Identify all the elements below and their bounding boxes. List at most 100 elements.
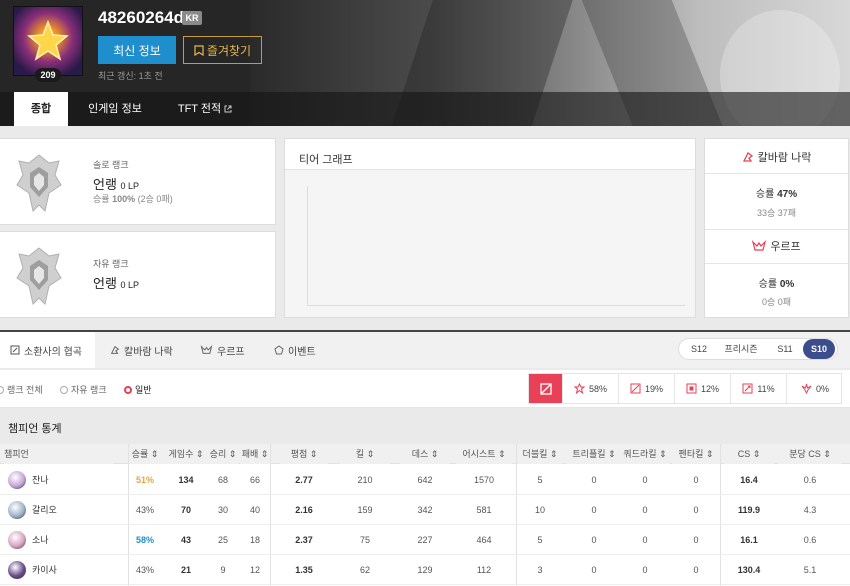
stat-assists: 1570	[473, 475, 495, 485]
stat-wr: 58%	[135, 535, 154, 545]
column-header[interactable]: 승리 ⇕	[208, 444, 238, 464]
aram-winrate: 승률 47%	[705, 185, 848, 200]
table-row[interactable]: 잔나 51% 134 68 66 2.77 210 642 1570 5 0 0 0 16.4 0.6	[0, 465, 850, 495]
stat-cs: 130.4	[737, 565, 761, 575]
season-s10[interactable]: S10	[803, 339, 835, 359]
last-updated: 최근 갱신: 1초 전	[98, 71, 163, 81]
champion-portrait	[8, 531, 26, 549]
table-row[interactable]: 갈리오 43% 70 30 40 2.16 159 342 581 10 0 0 0 119.9 4.3	[0, 495, 850, 525]
position-jungle[interactable]: 19%	[619, 374, 675, 403]
solo-wr-label: 승률	[93, 194, 110, 204]
favorite-button[interactable]: 즐겨찾기	[183, 36, 262, 64]
profile-avatar	[13, 6, 83, 76]
star-icon	[27, 19, 69, 61]
column-header[interactable]: 분당 CS ⇕	[778, 444, 842, 464]
champion-name: 갈리오	[32, 505, 57, 515]
stat-double: 5	[537, 535, 543, 545]
column-header[interactable]: 쿼드라킬 ⇕	[620, 444, 670, 464]
stat-penta: 0	[693, 475, 699, 485]
stat-double: 5	[537, 475, 543, 485]
position-all[interactable]	[529, 374, 563, 403]
table-row[interactable]: 소나 58% 43 25 18 2.37 75 227 464 5 0 0 0 16.1 0.6	[0, 525, 850, 555]
champion-portrait	[8, 501, 26, 519]
stat-losses: 12	[249, 565, 260, 575]
stat-kills: 62	[359, 565, 370, 575]
rift-icon	[10, 345, 20, 355]
season-preseason[interactable]: 프리시즌	[719, 339, 763, 359]
column-header[interactable]: 킬 ⇕	[340, 444, 390, 464]
radio-on-icon	[124, 385, 132, 394]
column-header[interactable]: 펜타킬 ⇕	[672, 444, 720, 464]
position-filter: 58% 19% 12% 11% 0%	[528, 373, 842, 404]
column-header[interactable]: 데스 ⇕	[400, 444, 450, 464]
position-top-pct: 58%	[588, 383, 607, 394]
adc-icon	[742, 383, 753, 394]
jungle-icon	[630, 383, 641, 394]
champion-name: 소나	[32, 535, 49, 545]
stat-penta: 0	[693, 505, 699, 515]
refresh-button[interactable]: 최신 정보	[98, 36, 176, 64]
tab-ingame[interactable]: 인게임 정보	[78, 92, 152, 126]
season-s11[interactable]: S11	[771, 339, 799, 359]
mode-rift[interactable]: 소환사의 협곡	[0, 332, 95, 368]
stat-wr: 43%	[135, 565, 154, 575]
stat-assists: 112	[476, 565, 492, 575]
stat-quadra: 0	[642, 475, 648, 485]
table-row[interactable]: 카이사 43% 21 9 12 1.35 62 129 112 3 0 0 0 130.4 5.1	[0, 555, 850, 585]
stat-games: 134	[178, 475, 194, 485]
champion-name: 카이사	[32, 565, 57, 575]
position-support-pct: 0%	[815, 383, 829, 394]
profile-tabs: 종합 인게임 정보 TFT 전적	[0, 92, 850, 126]
mode-event[interactable]: 이벤트	[274, 332, 344, 368]
tab-overview[interactable]: 종합	[14, 92, 68, 126]
position-adc[interactable]: 11%	[731, 374, 787, 403]
stat-penta: 0	[693, 535, 699, 545]
position-top[interactable]: 58%	[563, 374, 619, 403]
stat-penta: 0	[693, 565, 699, 575]
tab-tft-label: TFT 전적	[177, 103, 222, 115]
column-header[interactable]: CS ⇕	[724, 444, 774, 464]
stat-wr: 43%	[135, 505, 154, 515]
stat-triple: 0	[591, 535, 597, 545]
solo-wr-value: 100%	[112, 194, 136, 204]
column-header[interactable]: 게임수 ⇕	[160, 444, 212, 464]
position-mid[interactable]: 12%	[675, 374, 731, 403]
column-header[interactable]: 더블킬 ⇕	[518, 444, 562, 464]
mode-aram[interactable]: 칼바람 나락	[110, 332, 190, 368]
filter-all-ranked[interactable]: 랭크 전체	[0, 383, 43, 396]
column-header: 챔피언	[4, 444, 114, 464]
filter-flex[interactable]: 자유 랭크	[60, 383, 107, 396]
urf-icon	[752, 240, 767, 251]
filter-normal-label: 일반	[135, 385, 152, 395]
mode-urf[interactable]: 우르프	[200, 332, 270, 368]
tab-overview-label: 종합	[30, 103, 52, 115]
season-s12[interactable]: S12	[685, 339, 713, 359]
stat-triple: 0	[591, 475, 597, 485]
column-header[interactable]: 승률 ⇕	[130, 444, 160, 464]
stat-cs: 16.1	[740, 535, 758, 545]
mid-icon	[686, 383, 697, 394]
column-header[interactable]: 어시스트 ⇕	[456, 444, 512, 464]
solo-rank-card: 솔로 랭크 언랭 0 LP 승률 100% (2승 0패)	[0, 138, 276, 225]
tab-tft[interactable]: TFT 전적	[170, 92, 240, 126]
stat-wins: 68	[217, 475, 228, 485]
stat-triple: 0	[591, 505, 597, 515]
stat-double: 3	[537, 565, 543, 575]
profile-header: 209 48260264del KR 최신 정보 즐겨찾기 최근 갱신: 1초 …	[0, 0, 850, 126]
column-header[interactable]: 트리플킬 ⇕	[566, 444, 622, 464]
aram-icon	[110, 345, 120, 354]
column-header[interactable]: 평점 ⇕	[280, 444, 328, 464]
stat-kills: 75	[359, 535, 370, 545]
event-icon	[274, 345, 284, 355]
mode-rift-label: 소환사의 협곡	[24, 346, 82, 358]
stat-wins: 30	[217, 505, 228, 515]
solo-rank-type: 솔로 랭크	[93, 160, 129, 170]
solo-lp: 0 LP	[120, 181, 140, 191]
stat-double: 10	[534, 505, 545, 515]
stat-triple: 0	[591, 565, 597, 575]
flex-rank-type: 자유 랭크	[93, 259, 129, 269]
filter-normal[interactable]: 일반	[124, 383, 152, 396]
position-support[interactable]: 0%	[787, 374, 843, 403]
column-header[interactable]: 패배 ⇕	[240, 444, 270, 464]
position-jungle-pct: 19%	[644, 383, 663, 394]
